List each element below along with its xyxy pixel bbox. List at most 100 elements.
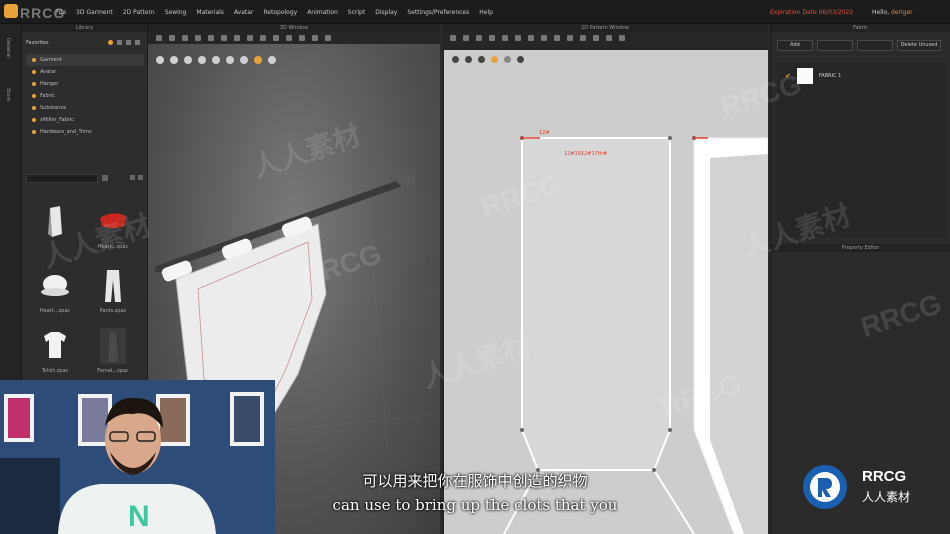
select-tool-icon[interactable] bbox=[156, 35, 162, 41]
measure-tool-icon[interactable] bbox=[260, 35, 266, 41]
menu-help[interactable]: Help bbox=[479, 9, 493, 16]
menu-file[interactable]: File bbox=[56, 9, 66, 16]
view-mode-icon[interactable] bbox=[170, 56, 178, 64]
library-item-label: Heart...zpac bbox=[39, 308, 71, 314]
add-fabric-button[interactable]: Add bbox=[777, 40, 813, 51]
favorite-item[interactable]: Hanger bbox=[26, 78, 144, 90]
favorite-item[interactable]: Avatar bbox=[26, 66, 144, 78]
move-tool-icon[interactable] bbox=[169, 35, 175, 41]
library-item[interactable]: Heart...zpac bbox=[30, 268, 80, 328]
menu-3d-garment[interactable]: 3D Garment bbox=[76, 9, 113, 16]
copy-fabric-button[interactable] bbox=[817, 40, 853, 51]
rrcg-badge: RRCG 人人素材 bbox=[800, 462, 950, 512]
library-item[interactable]: Heart...zpac bbox=[88, 204, 138, 264]
upload-icon[interactable] bbox=[126, 40, 131, 45]
garment-thumbnail bbox=[98, 204, 128, 240]
hat-thumbnail bbox=[40, 268, 70, 304]
favorite-item[interactable]: Hardware_and_Trims bbox=[26, 126, 144, 138]
brush-tool-icon[interactable] bbox=[273, 35, 279, 41]
favorites-list: Garment Avatar Hanger Fabric Substance x… bbox=[26, 54, 144, 138]
edit-pattern-icon[interactable] bbox=[463, 35, 469, 41]
fabric-item[interactable]: ✔ FABRIC 1 bbox=[785, 68, 841, 84]
add-folder-icon[interactable] bbox=[117, 40, 122, 45]
folder-icon bbox=[32, 82, 36, 86]
dimension-readout: 12#1912#17th# bbox=[564, 151, 608, 157]
transform-tool-icon[interactable] bbox=[182, 35, 188, 41]
rectangle-icon[interactable] bbox=[489, 35, 495, 41]
menu-avatar[interactable]: Avatar bbox=[234, 9, 253, 16]
pattern-pieces bbox=[503, 136, 768, 534]
menu-sewing[interactable]: Sewing bbox=[165, 9, 187, 16]
delete-fabric-button[interactable] bbox=[857, 40, 893, 51]
graphic-icon[interactable] bbox=[593, 35, 599, 41]
sew-tool-icon[interactable] bbox=[247, 35, 253, 41]
tab-store[interactable]: Store bbox=[5, 88, 11, 101]
menu-materials[interactable]: Materials bbox=[196, 9, 224, 16]
library-item[interactable] bbox=[30, 204, 80, 264]
delete-unused-button[interactable]: Delete Unused bbox=[897, 40, 941, 51]
folder-icon bbox=[32, 130, 36, 134]
texture-edit-icon[interactable] bbox=[580, 35, 586, 41]
dart-icon[interactable] bbox=[528, 35, 534, 41]
simulation-icon[interactable] bbox=[156, 56, 164, 64]
menu-retopology[interactable]: Retopology bbox=[263, 9, 297, 16]
circle-icon[interactable] bbox=[502, 35, 508, 41]
pattern-canvas[interactable]: 12# 12#1912#17th# bbox=[444, 50, 768, 534]
camera-icon[interactable] bbox=[268, 56, 276, 64]
user-name[interactable]: deriger bbox=[891, 9, 913, 16]
library-item[interactable]: Pants.zpac bbox=[88, 268, 138, 328]
refresh-icon[interactable] bbox=[130, 175, 135, 180]
segment-sewing-icon[interactable] bbox=[554, 35, 560, 41]
favorite-item[interactable]: Fabric bbox=[26, 90, 144, 102]
2d-pattern-window[interactable]: 2D Pattern Window 12# 12#1912#17th# bbox=[442, 24, 768, 534]
button-tool-icon[interactable] bbox=[312, 35, 318, 41]
3d-view-toolbar bbox=[156, 56, 276, 64]
favorite-item[interactable]: xMiller_Fabric bbox=[26, 114, 144, 126]
settings-icon[interactable] bbox=[135, 40, 140, 45]
menu-script[interactable]: Script bbox=[348, 9, 365, 16]
favorite-item[interactable]: Garment bbox=[26, 54, 144, 66]
render-icon[interactable] bbox=[254, 56, 262, 64]
tab-general[interactable]: General bbox=[5, 38, 11, 58]
fabric-display-icon[interactable] bbox=[212, 56, 220, 64]
tack-tool-icon[interactable] bbox=[208, 35, 214, 41]
lighting-icon[interactable] bbox=[240, 56, 248, 64]
library-item[interactable]: Tshirt.zpac bbox=[30, 328, 80, 388]
fold-tool-icon[interactable] bbox=[221, 35, 227, 41]
star-icon[interactable] bbox=[108, 40, 113, 45]
polygon-icon[interactable] bbox=[476, 35, 482, 41]
trim-tool-icon[interactable] bbox=[325, 35, 331, 41]
favorite-item[interactable]: Substance bbox=[26, 102, 144, 114]
favorite-label: Hanger bbox=[40, 81, 59, 87]
menu-2d-pattern[interactable]: 2D Pattern bbox=[123, 9, 155, 16]
texture-tool-icon[interactable] bbox=[286, 35, 292, 41]
check-icon[interactable]: ✔ bbox=[785, 72, 791, 80]
pattern-select-icon[interactable] bbox=[450, 35, 456, 41]
shadow-icon[interactable] bbox=[226, 56, 234, 64]
library-search-input[interactable] bbox=[26, 174, 98, 183]
folder-icon bbox=[32, 70, 36, 74]
app-logo-icon bbox=[4, 4, 18, 18]
folder-icon bbox=[32, 106, 36, 110]
fold-line-icon[interactable] bbox=[619, 35, 625, 41]
menu-display[interactable]: Display bbox=[375, 9, 397, 16]
favorite-label: xMiller_Fabric bbox=[40, 117, 74, 123]
avatar-display-icon[interactable] bbox=[184, 56, 192, 64]
menu-bar: RRCG File 3D Garment 2D Pattern Sewing M… bbox=[0, 0, 950, 24]
library-item[interactable]: Femal...zpac bbox=[88, 328, 138, 388]
pants-thumbnail bbox=[98, 268, 128, 304]
internal-line-icon[interactable] bbox=[515, 35, 521, 41]
garment-display-icon[interactable] bbox=[198, 56, 206, 64]
menu-settings[interactable]: Settings/Preferences bbox=[407, 9, 469, 16]
view-icon[interactable] bbox=[138, 175, 143, 180]
favorites-toolbar bbox=[108, 40, 140, 45]
menu-list: File 3D Garment 2D Pattern Sewing Materi… bbox=[56, 9, 493, 16]
zipper-tool-icon[interactable] bbox=[299, 35, 305, 41]
pin-tool-icon[interactable] bbox=[195, 35, 201, 41]
dropdown-icon[interactable] bbox=[102, 175, 108, 181]
arrange-tool-icon[interactable] bbox=[234, 35, 240, 41]
topstitch-icon[interactable] bbox=[606, 35, 612, 41]
free-sewing-icon[interactable] bbox=[567, 35, 573, 41]
menu-animation[interactable]: Animation bbox=[307, 9, 338, 16]
seam-allowance-icon[interactable] bbox=[541, 35, 547, 41]
